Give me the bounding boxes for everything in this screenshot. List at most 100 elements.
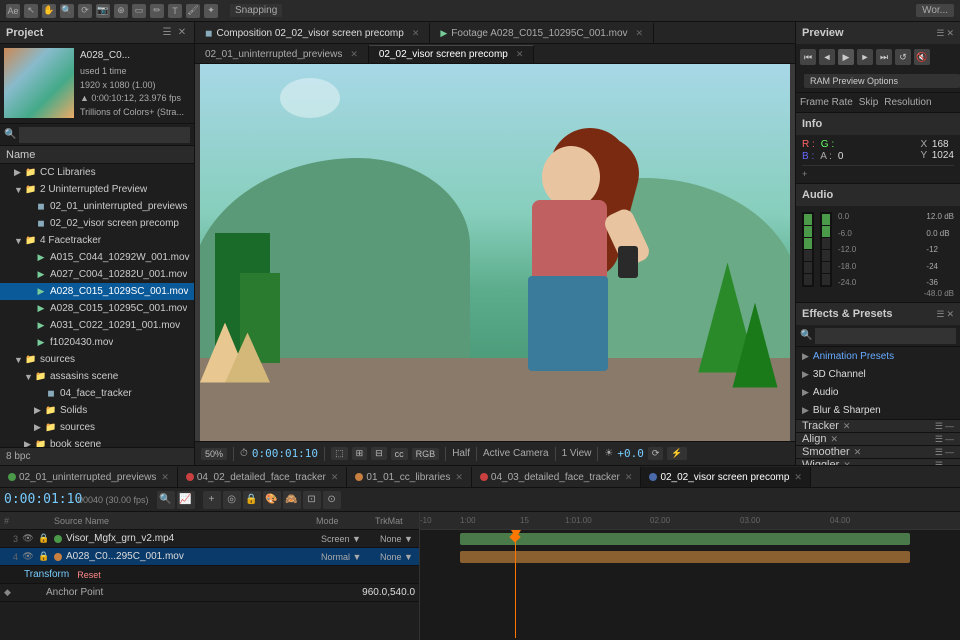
color-channel-button[interactable]: RGB [412, 448, 440, 460]
tab-footage[interactable]: ▶ Footage A028_C015_10295C_001.mov ✕ [430, 23, 654, 43]
tl-search-btn[interactable]: 🔍 [157, 491, 175, 509]
tl-lock-btn[interactable]: 🔒 [243, 491, 261, 509]
tree-item-file2[interactable]: ▶A027_C004_10282U_001.mov [0, 266, 194, 283]
tree-item-file6[interactable]: ▶f1020430.mov [0, 334, 194, 351]
tl-shy-btn[interactable]: 🙈 [283, 491, 301, 509]
tool-paint[interactable]: 🖌 [186, 4, 200, 18]
tree-item-file4[interactable]: ▶A028_C015_10295C_001.mov [0, 300, 194, 317]
transform-reset-btn[interactable]: Reset [77, 570, 101, 580]
layer-4-eye[interactable]: 👁 [22, 551, 34, 563]
effects-close-icon[interactable]: ✕ [946, 309, 954, 320]
layer-4-lock[interactable]: 🔒 [38, 551, 50, 563]
subtab-02-close[interactable]: ✕ [516, 49, 524, 60]
tl-tab-05[interactable]: 02_02_visor screen precomp ✕ [641, 467, 811, 487]
tool-camera[interactable]: 📷 [96, 4, 110, 18]
tl-tab-03-close[interactable]: ✕ [455, 472, 463, 483]
tl-tab-04-close[interactable]: ✕ [625, 472, 633, 483]
project-search-bar[interactable]: 🔍 [0, 124, 194, 146]
fx-animation-presets[interactable]: ▶ Animation Presets [796, 347, 960, 365]
tl-graph-btn[interactable]: 📈 [177, 491, 195, 509]
fx-blur-sharpen[interactable]: ▶ Blur & Sharpen [796, 401, 960, 419]
zoom-button[interactable]: 50% [201, 448, 227, 460]
tl-solo-btn[interactable]: ◎ [223, 491, 241, 509]
smoother-expand-icon[interactable]: ✕ [854, 447, 862, 458]
preview-mute-btn[interactable]: 🔇 [914, 49, 930, 65]
tl-frame-blending-btn[interactable]: ⊡ [303, 491, 321, 509]
fx-3d-channel[interactable]: ▶ 3D Channel [796, 365, 960, 383]
align-expand-icon[interactable]: ✕ [830, 434, 838, 445]
preview-close-icon[interactable]: ✕ [946, 28, 954, 39]
tree-item-file3[interactable]: ▶A028_C015_1029SC_001.mov [0, 283, 194, 300]
tl-motion-blur-btn[interactable]: ⊙ [323, 491, 341, 509]
reset-exposure-button[interactable]: ⟳ [648, 447, 664, 460]
tree-item-assasins[interactable]: ▼📁assasins scene [0, 368, 194, 385]
tree-item-comp2[interactable]: ◼02_02_visor screen precomp [0, 215, 194, 232]
tl-tab-02[interactable]: 04_02_detailed_face_tracker ✕ [178, 467, 348, 487]
comp-tab-close[interactable]: ✕ [412, 28, 420, 39]
tl-bar-layer-4[interactable] [460, 551, 910, 563]
preview-first-btn[interactable]: ⏮ [800, 49, 816, 65]
preview-play-btn[interactable]: ▶ [838, 49, 854, 65]
tool-mask[interactable]: ▭ [132, 4, 146, 18]
smoother-close-icon[interactable]: — [945, 447, 954, 458]
fast-preview-button[interactable]: ⚡ [667, 447, 686, 460]
align-close-icon[interactable]: — [945, 434, 954, 445]
tool-anchor[interactable]: ⊕ [114, 4, 128, 18]
footage-tab-close[interactable]: ✕ [636, 28, 644, 39]
tl-tab-01[interactable]: 02_01_uninterrupted_previews ✕ [0, 467, 178, 487]
tl-playhead[interactable] [515, 530, 516, 638]
transparency-button[interactable]: ⊞ [352, 447, 368, 460]
layer-3-mode[interactable]: Screen ▼ [321, 534, 376, 544]
tracker-expand-icon[interactable]: ✕ [843, 421, 851, 432]
tl-tab-03[interactable]: 01_01_cc_libraries ✕ [347, 467, 472, 487]
align-menu-icon[interactable]: ☰ [935, 434, 943, 445]
tracker-menu-icon[interactable]: ☰ [935, 421, 943, 432]
tree-item-face_tracker[interactable]: ◼04_face_tracker [0, 385, 194, 402]
subtab-01-close[interactable]: ✕ [350, 49, 358, 60]
snapping-button[interactable]: Snapping [230, 4, 282, 17]
tl-bar-layer-3[interactable] [460, 533, 910, 545]
project-search-input[interactable] [19, 127, 190, 143]
tl-new-comp-btn[interactable]: + [203, 491, 221, 509]
workspace-button[interactable]: Wor... [916, 4, 954, 17]
tl-timecode[interactable]: 0:00:01:10 [4, 492, 74, 507]
tree-item-facetracker[interactable]: ▼📁4 Facetracker [0, 232, 194, 249]
smoother-menu-icon[interactable]: ☰ [935, 447, 943, 458]
tool-zoom[interactable]: 🔍 [60, 4, 74, 18]
tree-item-sources[interactable]: ▼📁sources [0, 351, 194, 368]
ram-preview-button[interactable]: RAM Preview Options [804, 74, 960, 88]
tree-item-book_scene[interactable]: ▶📁book scene [0, 436, 194, 447]
tree-item-cc-lib[interactable]: ▶📁CC Libraries [0, 164, 194, 181]
tree-item-solids1[interactable]: ▶📁Solids [0, 402, 194, 419]
panel-close-icon[interactable]: ✕ [176, 27, 188, 39]
preview-loop-btn[interactable]: ↺ [895, 49, 911, 65]
layer-4-trkmat[interactable]: None ▼ [380, 552, 415, 562]
tool-pen[interactable]: ✏ [150, 4, 164, 18]
layer-4-mode[interactable]: Normal ▼ [321, 552, 376, 562]
tree-item-file1[interactable]: ▶A015_C044_10292W_001.mov [0, 249, 194, 266]
layer-3-trkmat[interactable]: None ▼ [380, 534, 415, 544]
panel-menu-icon[interactable]: ☰ [161, 27, 173, 39]
tool-clone[interactable]: ✦ [204, 4, 218, 18]
layer-3-eye[interactable]: 👁 [22, 533, 34, 545]
tl-tab-05-close[interactable]: ✕ [794, 472, 802, 483]
tool-text[interactable]: T [168, 4, 182, 18]
tracker-close-icon[interactable]: — [945, 421, 954, 432]
tl-tab-01-close[interactable]: ✕ [161, 472, 169, 483]
effects-menu-icon[interactable]: ☰ [936, 309, 944, 320]
tl-color-btn[interactable]: 🎨 [263, 491, 281, 509]
effects-search-input[interactable] [815, 328, 956, 344]
effects-search-bar[interactable]: 🔍 [796, 325, 960, 347]
subtab-02[interactable]: 02_02_visor screen precomp ✕ [369, 45, 535, 63]
grid-button[interactable]: ⊟ [371, 447, 387, 460]
cc-button[interactable]: cc [391, 448, 408, 460]
tree-item-file5[interactable]: ▶A031_C022_10291_001.mov [0, 317, 194, 334]
subtab-01[interactable]: 02_01_uninterrupted_previews ✕ [195, 45, 369, 63]
tl-tab-04[interactable]: 04_03_detailed_face_tracker ✕ [472, 467, 642, 487]
tab-composition[interactable]: ◼ Composition 02_02_visor screen precomp… [195, 23, 430, 43]
fx-audio[interactable]: ▶ Audio [796, 383, 960, 401]
preview-last-btn[interactable]: ⏭ [876, 49, 892, 65]
preview-prev-btn[interactable]: ◄ [819, 49, 835, 65]
tree-item-comp1[interactable]: ◼02_01_uninterrupted_previews [0, 198, 194, 215]
tool-hand[interactable]: ✋ [42, 4, 56, 18]
